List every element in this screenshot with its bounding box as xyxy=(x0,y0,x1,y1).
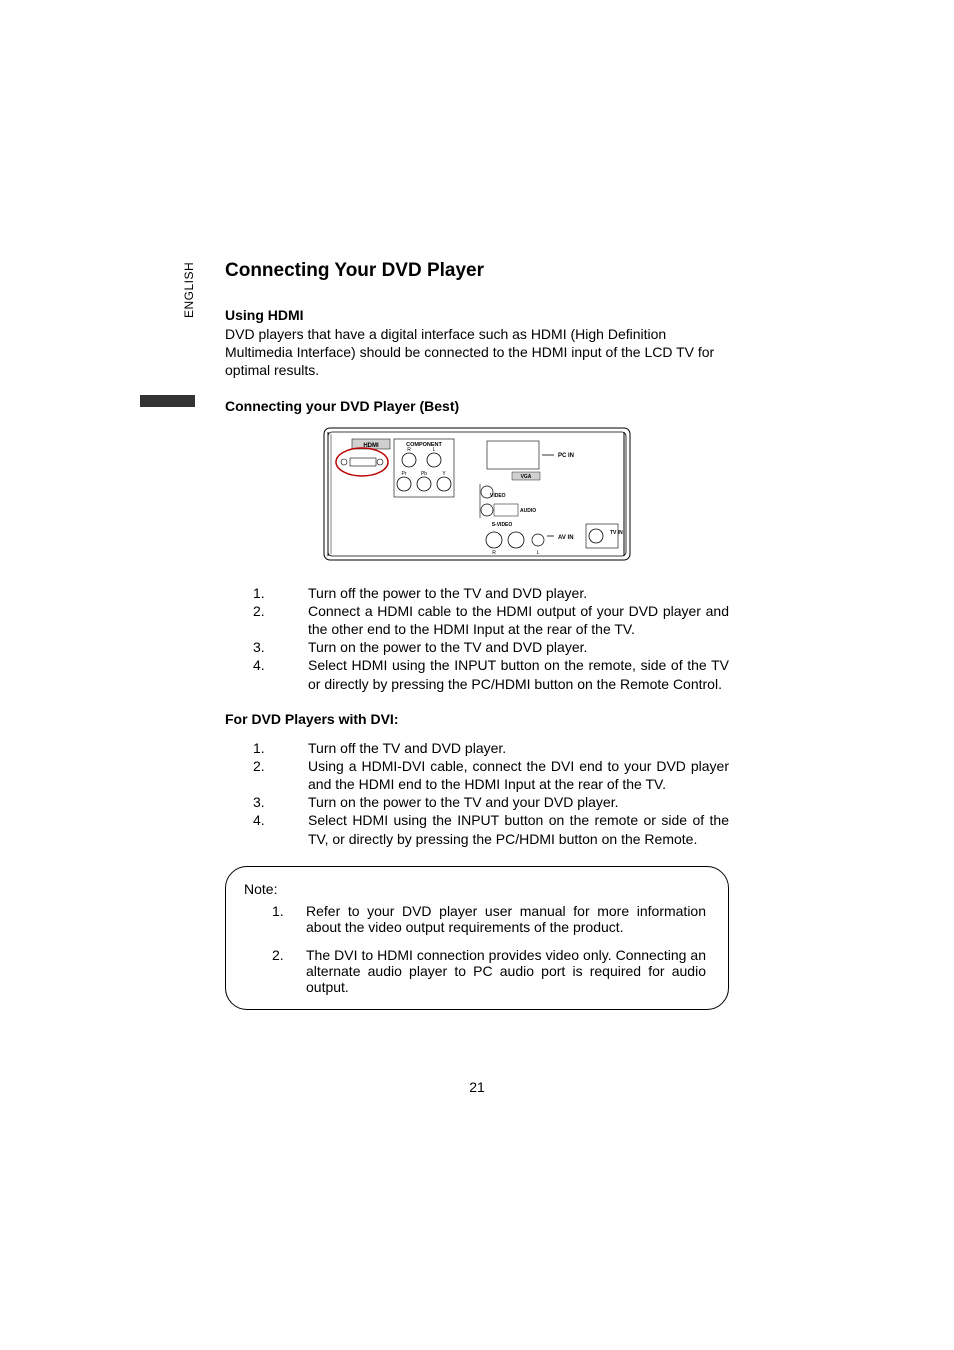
svg-text:R: R xyxy=(407,447,411,453)
side-tab xyxy=(140,395,195,407)
using-hdmi-heading: Using HDMI xyxy=(225,307,729,323)
note-label: Note: xyxy=(244,881,706,897)
list-item: 1.Refer to your DVD player user manual f… xyxy=(272,903,706,935)
list-item: 3.Turn on the power to the TV and your D… xyxy=(253,793,729,811)
list-item: 2.The DVI to HDMI connection provides vi… xyxy=(272,947,706,995)
list-item: 4.Select HDMI using the INPUT button on … xyxy=(253,811,729,847)
svg-text:L: L xyxy=(537,550,540,556)
svg-text:AUDIO: AUDIO xyxy=(520,508,536,514)
hdmi-highlight-circle xyxy=(336,448,388,476)
svg-text:Y: Y xyxy=(442,471,446,477)
hdmi-steps: 1.Turn off the power to the TV and DVD p… xyxy=(253,584,729,693)
dvi-heading: For DVD Players with DVI: xyxy=(225,711,729,727)
list-item: 4.Select HDMI using the INPUT button on … xyxy=(253,656,729,692)
using-hdmi-body: DVD players that have a digital interfac… xyxy=(225,325,729,380)
svg-text:Pr: Pr xyxy=(402,471,407,477)
list-item: 3.Turn on the power to the TV and DVD pl… xyxy=(253,638,729,656)
svg-text:VIDEO: VIDEO xyxy=(490,493,506,499)
svg-text:R: R xyxy=(492,550,496,556)
dvi-steps: 1.Turn off the TV and DVD player. 2.Usin… xyxy=(253,739,729,848)
connection-diagram: HDMI COMPONENT R L Pr Pb Y PC IN xyxy=(322,424,632,564)
list-item: 2.Connect a HDMI cable to the HDMI outpu… xyxy=(253,602,729,638)
list-item: 1.Turn off the power to the TV and DVD p… xyxy=(253,584,729,602)
language-label: ENGLISH xyxy=(182,262,196,318)
svg-text:TV IN: TV IN xyxy=(610,530,623,536)
connecting-best-heading: Connecting your DVD Player (Best) xyxy=(225,398,729,414)
list-item: 1.Turn off the TV and DVD player. xyxy=(253,739,729,757)
page-title: Connecting Your DVD Player xyxy=(225,260,729,282)
svg-text:VGA: VGA xyxy=(521,474,532,480)
page-number: 21 xyxy=(0,1079,954,1095)
svg-text:L: L xyxy=(433,447,436,453)
svg-text:Pb: Pb xyxy=(421,471,427,477)
svg-text:S-VIDEO: S-VIDEO xyxy=(492,522,513,528)
note-box: Note: 1.Refer to your DVD player user ma… xyxy=(225,866,729,1010)
list-item: 2.Using a HDMI-DVI cable, connect the DV… xyxy=(253,757,729,793)
page: ENGLISH Connecting Your DVD Player Using… xyxy=(0,0,954,1350)
svg-text:AV IN: AV IN xyxy=(558,535,574,541)
component-label: COMPONENT xyxy=(406,442,442,448)
pcin-label: PC IN xyxy=(558,453,574,459)
